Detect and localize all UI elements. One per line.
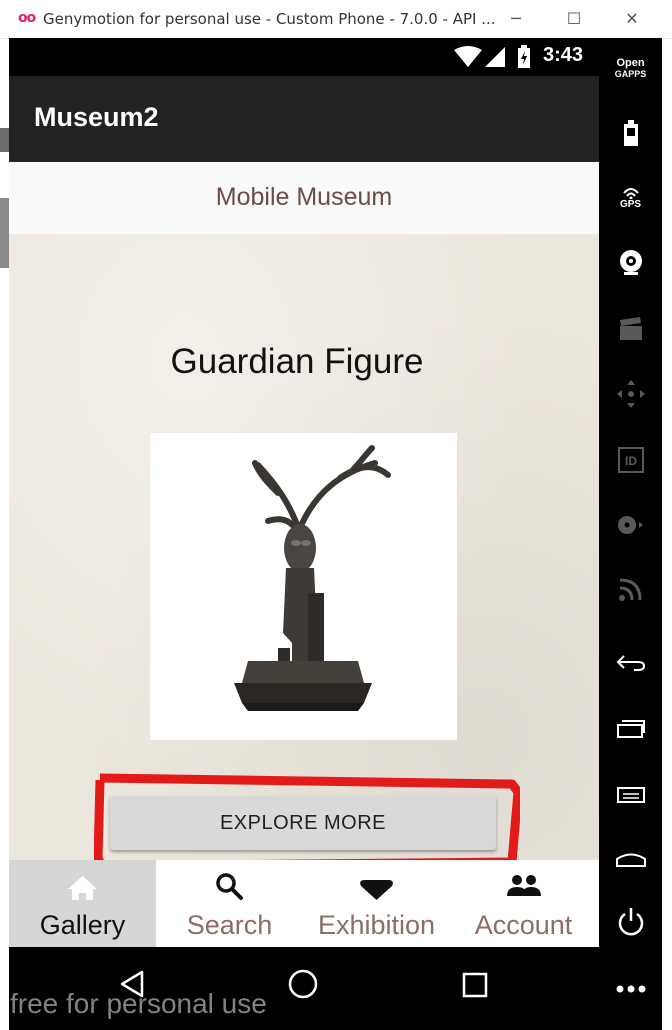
background-window-right (662, 38, 672, 1030)
tab-search[interactable]: Search (156, 860, 303, 947)
people-icon (507, 875, 541, 896)
tab-label: Gallery (39, 910, 126, 940)
genymotion-logo-icon: oo (18, 10, 36, 26)
home-circle-icon[interactable] (288, 969, 318, 999)
window-title: Genymotion for personal use - Custom Pho… (43, 10, 496, 28)
tab-exhibition[interactable]: Exhibition (303, 860, 450, 947)
maximize-button[interactable]: ☐ (554, 6, 594, 32)
tab-gallery[interactable]: Gallery (9, 860, 156, 947)
recents-icon[interactable] (462, 972, 488, 998)
more-button[interactable] (599, 966, 662, 1012)
menu-button[interactable] (599, 772, 662, 818)
menu-icon (616, 787, 645, 803)
status-time: 3:43 (543, 44, 584, 66)
open-gapps-button[interactable]: Open GAPPS (599, 58, 662, 80)
wifi-icon (454, 46, 482, 67)
background-fragment (0, 198, 9, 268)
cast-button[interactable] (599, 566, 662, 612)
tab-label: Search (186, 910, 273, 940)
guardian-figure-sculpture (234, 445, 391, 711)
battery-charging-icon (518, 45, 530, 68)
home-icon (68, 876, 97, 900)
app-title: Museum2 (34, 102, 159, 132)
back-arrow-icon (616, 655, 645, 671)
header-title: Mobile Museum (215, 183, 393, 211)
watermark-text: free for personal use (10, 988, 267, 1019)
gapps-label-1: Open (616, 57, 645, 69)
artwork-title: Guardian Figure (170, 342, 424, 381)
tab-label: Exhibition (317, 910, 436, 940)
disk-button[interactable] (599, 502, 662, 548)
power-icon (618, 908, 643, 936)
close-window-button[interactable]: ✕ (612, 6, 652, 32)
explore-more-button[interactable]: EXPLORE MORE (110, 796, 496, 850)
tab-label: Account (474, 910, 573, 940)
svg-text:ID: ID (625, 454, 637, 468)
status-bar (9, 38, 599, 76)
artwork-image[interactable] (150, 433, 457, 740)
battery-icon (623, 120, 638, 146)
webcam-icon (619, 250, 642, 275)
gapps-label-2: GAPPS (614, 69, 647, 79)
dpad-button[interactable] (599, 371, 662, 417)
minimize-button[interactable]: ─ (496, 6, 536, 32)
background-window (0, 38, 9, 1030)
clapperboard-icon (619, 317, 642, 340)
rss-cast-icon (618, 578, 641, 601)
move-arrows-icon (616, 380, 645, 408)
heart-icon (360, 880, 393, 900)
battery-button[interactable] (599, 111, 662, 157)
background-fragment (0, 128, 9, 152)
webcam-button[interactable] (599, 240, 662, 286)
disk-icon (617, 516, 643, 534)
gps-label: GPS (619, 198, 642, 210)
signal-icon (485, 47, 505, 67)
search-icon (216, 873, 243, 900)
home-outline-icon (615, 853, 646, 867)
back-button[interactable] (599, 640, 662, 686)
recent-apps-icon (616, 720, 645, 738)
tab-account[interactable]: Account (450, 860, 597, 947)
capture-button[interactable] (599, 306, 662, 352)
home-button[interactable] (599, 836, 662, 882)
recent-apps-button[interactable] (599, 706, 662, 752)
device-id-button[interactable]: ID (599, 437, 662, 483)
bottom-tab-bar: Gallery Search Exhibition Account (9, 860, 599, 947)
id-icon: ID (617, 447, 644, 473)
gps-button[interactable]: GPS (599, 175, 662, 221)
more-dots-icon (616, 985, 645, 993)
power-button[interactable] (599, 899, 662, 945)
gps-icon (622, 187, 639, 199)
